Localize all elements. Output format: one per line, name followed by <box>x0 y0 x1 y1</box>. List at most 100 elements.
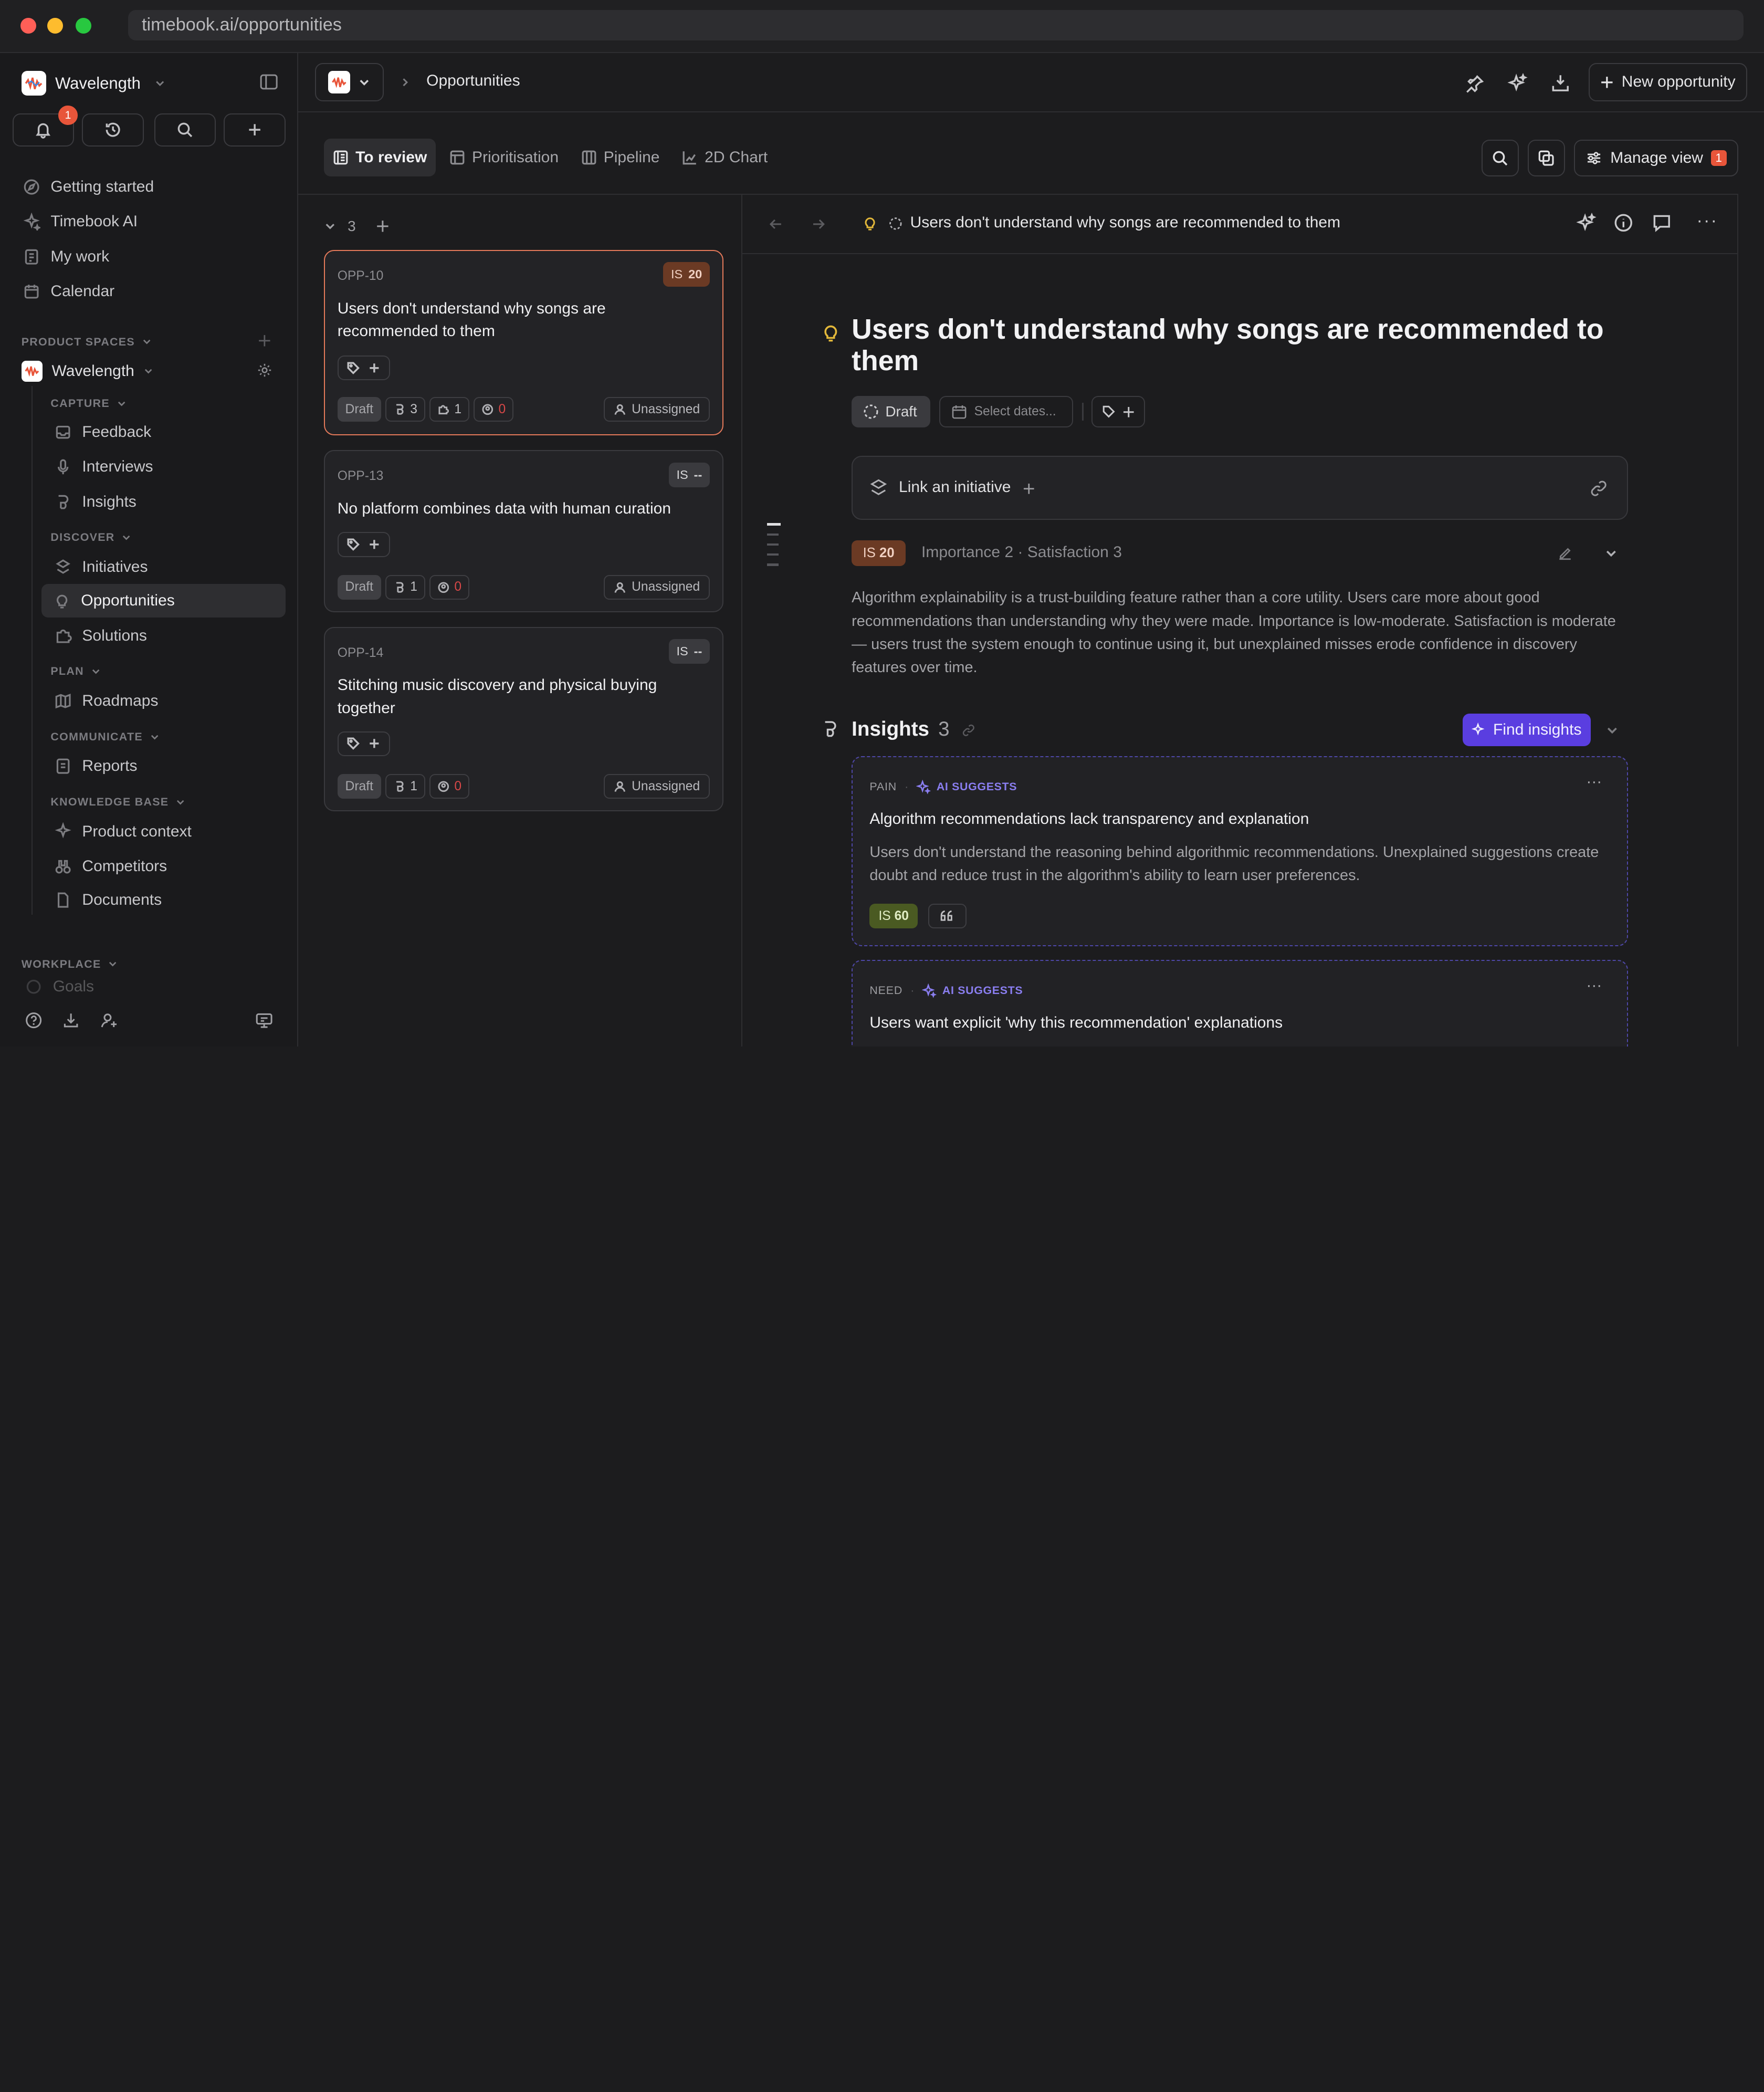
sidebar-item-product-context[interactable]: Product context <box>52 814 286 848</box>
collapse-sidebar-icon[interactable] <box>260 74 278 90</box>
history-button[interactable] <box>82 113 144 147</box>
opportunity-card[interactable]: OPP-14 IS -- Stitching music discovery a… <box>324 626 723 812</box>
sidebar-item-my-work[interactable]: My work <box>23 241 109 273</box>
arrow-right-icon[interactable] <box>811 217 826 232</box>
more-options-icon[interactable]: ··· <box>1586 977 1602 995</box>
plus-icon[interactable] <box>376 219 390 233</box>
sidebar-item-timebook-ai[interactable]: Timebook AI <box>23 206 138 237</box>
more-options-icon[interactable]: ··· <box>1696 211 1718 231</box>
quote-button[interactable] <box>928 903 967 928</box>
sidebar-item-solutions[interactable]: Solutions <box>52 619 286 653</box>
invite-user-icon[interactable] <box>100 1011 118 1029</box>
opportunity-card[interactable]: OPP-13 IS -- No platform combines data w… <box>324 450 723 612</box>
opportunity-card[interactable]: OPP-10 IS 20 Users don't understand why … <box>324 249 723 436</box>
compass-icon <box>24 179 39 195</box>
section-capture[interactable]: CAPTURE <box>50 397 127 410</box>
close-window-button[interactable] <box>20 18 36 34</box>
space-wavelength[interactable]: Wavelength <box>21 359 154 384</box>
status-badge[interactable]: Draft <box>337 774 381 799</box>
chevron-down-icon <box>155 81 164 86</box>
search-view-button[interactable] <box>1482 139 1519 177</box>
export-csv-button[interactable] <box>1550 73 1571 93</box>
search-button[interactable] <box>154 113 216 147</box>
breadcrumb-current[interactable]: Opportunities <box>426 72 520 90</box>
sidebar-item-interviews[interactable]: Interviews <box>52 450 286 484</box>
status-badge[interactable]: Draft <box>337 397 381 422</box>
minimize-window-button[interactable] <box>47 18 63 34</box>
chevron-down-icon[interactable] <box>1604 547 1618 560</box>
section-workplace[interactable]: WORKPLACE <box>22 958 118 971</box>
page-title[interactable]: Users don't understand why songs are rec… <box>852 314 1639 377</box>
arrow-left-icon[interactable] <box>769 217 783 232</box>
maximize-window-button[interactable] <box>75 18 91 34</box>
download-icon[interactable] <box>62 1011 80 1029</box>
sidebar-item-goals[interactable]: Goals <box>23 978 257 996</box>
space-switcher-button[interactable] <box>315 62 384 101</box>
outline-nav[interactable] <box>767 523 781 566</box>
status-dropdown[interactable]: Draft <box>852 396 931 428</box>
link-initiative-row[interactable]: Link an initiative <box>852 455 1628 520</box>
comments-button[interactable] <box>1652 213 1672 238</box>
sidebar-item-insights[interactable]: Insights <box>52 485 286 519</box>
tab-prioritisation[interactable]: Prioritisation <box>440 139 568 177</box>
sidebar: Wavelength 1 Getting started Timebook AI… <box>0 53 298 1047</box>
tab-2d-chart[interactable]: 2D Chart <box>673 139 776 177</box>
tab-to-review[interactable]: To review <box>324 138 436 177</box>
comment-icon <box>1653 215 1670 232</box>
sidebar-item-documents[interactable]: Documents <box>52 883 286 917</box>
ai-assist-button[interactable] <box>1576 212 1597 238</box>
card-tags[interactable] <box>337 731 391 756</box>
duplicate-view-button[interactable] <box>1528 139 1565 177</box>
insight-is-badge[interactable]: IS 60 <box>869 903 918 928</box>
sidebar-item-initiatives[interactable]: Initiatives <box>52 550 286 584</box>
card-tags[interactable] <box>337 355 391 381</box>
assignee-button[interactable]: Unassigned <box>603 774 710 799</box>
sidebar-item-reports[interactable]: Reports <box>52 749 286 783</box>
insight-card[interactable]: PAIN · AI SUGGESTS ··· Algorithm recomme… <box>852 756 1628 947</box>
sidebar-item-roadmaps[interactable]: Roadmaps <box>52 684 286 718</box>
workspace-switcher[interactable]: Wavelength <box>21 70 165 97</box>
address-bar[interactable]: timebook.ai/opportunities <box>128 10 1744 41</box>
section-plan[interactable]: PLAN <box>50 665 101 678</box>
new-opportunity-button[interactable]: New opportunity <box>1588 62 1747 101</box>
date-picker[interactable]: Select dates... <box>939 396 1074 428</box>
tab-pipeline[interactable]: Pipeline <box>572 139 669 177</box>
gear-icon[interactable] <box>257 362 272 378</box>
chevron-down-icon[interactable] <box>1605 724 1619 737</box>
tag-add-button[interactable] <box>1091 396 1146 428</box>
sidebar-item-calendar[interactable]: Calendar <box>23 276 114 307</box>
pin-button[interactable] <box>1465 73 1485 93</box>
card-tags[interactable] <box>337 532 391 557</box>
sidebar-item-opportunities[interactable]: Opportunities <box>41 584 286 618</box>
chevron-down-icon[interactable] <box>324 220 337 233</box>
vote-icon <box>438 781 449 792</box>
manage-view-button[interactable]: Manage view 1 <box>1573 139 1738 177</box>
sidebar-item-feedback[interactable]: Feedback <box>52 415 286 449</box>
chevron-down-icon <box>123 536 130 540</box>
help-icon[interactable] <box>25 1011 43 1029</box>
status-badge[interactable]: Draft <box>337 574 381 600</box>
assignee-button[interactable]: Unassigned <box>603 574 710 600</box>
sidebar-item-getting-started[interactable]: Getting started <box>23 171 154 203</box>
ai-button[interactable] <box>1507 73 1528 93</box>
section-discover[interactable]: DISCOVER <box>50 531 131 544</box>
insight-card[interactable]: NEED · AI SUGGESTS ··· Users want explic… <box>852 959 1628 1047</box>
info-button[interactable] <box>1613 213 1634 238</box>
link-icon[interactable] <box>1590 479 1608 497</box>
edit-icon[interactable] <box>1557 546 1573 561</box>
sidebar-item-competitors[interactable]: Competitors <box>52 850 286 883</box>
add-space-icon[interactable] <box>258 334 271 348</box>
notifications-button[interactable]: 1 <box>12 106 78 147</box>
section-knowledge-base[interactable]: KNOWLEDGE BASE <box>50 796 185 809</box>
assignee-button[interactable]: Unassigned <box>603 397 710 422</box>
section-product-spaces[interactable]: PRODUCT SPACES <box>22 336 152 349</box>
opportunity-description[interactable]: Algorithm explainability is a trust-buil… <box>852 586 1628 679</box>
create-button[interactable] <box>224 113 286 147</box>
more-options-icon[interactable]: ··· <box>1586 773 1602 791</box>
section-communicate[interactable]: COMMUNICATE <box>50 730 160 744</box>
find-insights-button[interactable]: Find insights <box>1462 713 1591 746</box>
presentation-icon[interactable] <box>255 1011 273 1029</box>
lightbulb-icon <box>56 594 67 609</box>
link-icon[interactable] <box>962 724 975 737</box>
is-score-badge[interactable]: IS 20 <box>852 540 906 566</box>
